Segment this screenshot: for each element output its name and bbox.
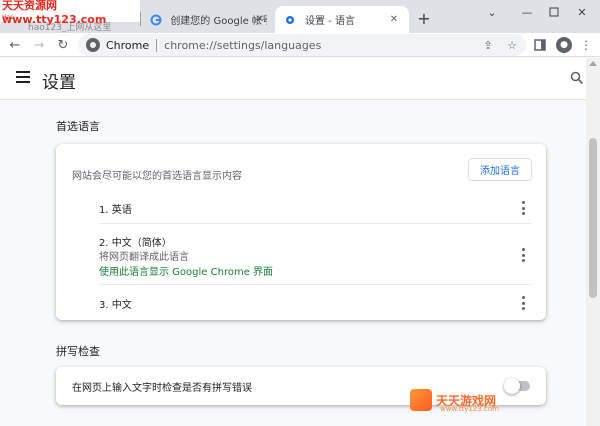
back-arrow-icon[interactable]: ← <box>6 36 24 54</box>
language-name: 3. 中文 <box>99 300 132 311</box>
search-icon[interactable] <box>570 71 584 85</box>
section-title-preferred-languages: 首选语言 <box>56 120 100 133</box>
preferred-languages-card: 网站会尽可能以您的首选语言显示内容 添加语言 1. 英语 2. 中文（简体） 将… <box>56 144 546 320</box>
language-row-chinese-simplified: 2. 中文（简体） 将网页翻译成此语言 使用此语言显示 Google Chrom… <box>99 223 532 284</box>
bookmark-star-icon[interactable]: ☆ <box>504 37 520 53</box>
tab-search-chevron-icon[interactable]: ⌄ <box>484 4 500 20</box>
window-close-icon[interactable]: ✕ <box>574 4 590 20</box>
bottom-watermark: 天天游戏网 www.tty123.com <box>410 388 499 413</box>
language-name: 1. 英语 <box>99 205 132 216</box>
omnibox-url: chrome://settings/languages <box>164 38 322 52</box>
browser-toolbar: ← → ↻ Chrome chrome://settings/languages… <box>0 33 600 57</box>
omnibox-label: Chrome <box>106 38 150 52</box>
preferred-languages-description: 网站会尽可能以您的首选语言显示内容 <box>72 171 242 182</box>
watermark-overlay: 天天资源网 www.tty123.com Hao <box>0 0 140 26</box>
hamburger-menu-icon[interactable] <box>16 71 30 83</box>
tab-title: hao123_上网从这里 <box>28 23 112 33</box>
spellcheck-label: 在网页上输入文字时检查是否有拼写错误 <box>72 383 252 394</box>
profile-avatar-icon[interactable]: ● <box>556 37 572 53</box>
tab-settings-languages[interactable]: 设置 - 语言 ✕ <box>275 6 409 33</box>
scrollbar[interactable] <box>586 58 600 426</box>
new-tab-plus-icon[interactable]: + <box>416 9 432 28</box>
omnibox-divider <box>156 38 158 52</box>
close-icon[interactable]: ✕ <box>387 12 401 26</box>
language-ui-note: 使用此语言显示 Google Chrome 界面 <box>99 267 274 278</box>
add-language-button[interactable]: 添加语言 <box>468 158 532 181</box>
section-title-spellcheck: 拼写检查 <box>56 345 100 358</box>
share-icon[interactable]: ⇪ <box>480 37 496 53</box>
minimize-icon[interactable]: — <box>519 4 535 20</box>
google-g-icon <box>149 13 162 27</box>
more-vert-icon[interactable] <box>520 248 526 262</box>
more-menu-icon[interactable]: ⋮ <box>578 37 594 53</box>
side-panel-icon[interactable] <box>532 37 548 53</box>
watermark-logo-icon <box>410 389 432 411</box>
watermark-tag: Hao <box>2 14 14 21</box>
chrome-logo-icon <box>86 38 100 52</box>
scroll-up-arrow-icon[interactable] <box>589 61 597 66</box>
language-row-english: 1. 英语 <box>99 191 532 223</box>
close-icon[interactable]: ✕ <box>253 12 267 26</box>
language-name: 2. 中文（简体） <box>99 238 172 249</box>
maximize-icon[interactable] <box>546 4 562 20</box>
more-vert-icon[interactable] <box>520 296 526 310</box>
tab-title: 设置 - 语言 <box>305 16 355 27</box>
reload-icon[interactable]: ↻ <box>54 36 72 54</box>
tab-google-account[interactable]: 创建您的 Google 帐号 ✕ <box>141 6 275 33</box>
forward-arrow-icon[interactable]: → <box>30 36 48 54</box>
gear-icon <box>283 13 297 27</box>
page-title: 设置 <box>42 73 76 93</box>
scrollbar-thumb[interactable] <box>589 138 597 298</box>
omnibox[interactable]: Chrome chrome://settings/languages ⇪ ☆ <box>78 34 526 56</box>
language-translate-note: 将网页翻译成此语言 <box>99 252 189 263</box>
settings-header: 设置 <box>0 58 586 100</box>
spellcheck-toggle[interactable] <box>504 378 530 394</box>
watermark-url: www.tty123.com <box>440 405 499 413</box>
language-row-chinese: 3. 中文 <box>99 284 532 318</box>
more-vert-icon[interactable] <box>520 201 526 215</box>
